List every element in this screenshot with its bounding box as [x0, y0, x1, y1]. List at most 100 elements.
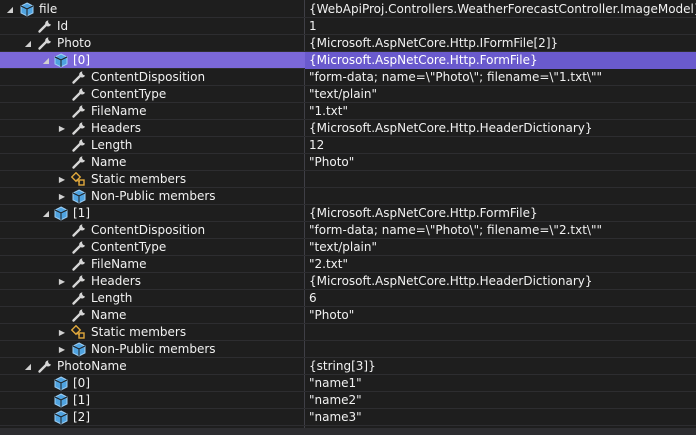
row-value[interactable]: {string[3]}: [305, 358, 696, 375]
row-name: Headers: [91, 121, 141, 135]
row-value[interactable]: "text/plain": [305, 239, 696, 256]
name-cell: Id: [0, 18, 304, 35]
cube-icon: [53, 376, 69, 391]
name-cell: ▶ Headers: [0, 273, 304, 290]
name-cell: ◢ [0]: [0, 52, 304, 69]
name-cell: ContentDisposition: [0, 69, 304, 86]
tree-row-content-type[interactable]: ContentType "text/plain": [0, 239, 696, 256]
wrench-icon: [37, 19, 53, 34]
collapsed-arrow-icon[interactable]: ▶: [56, 171, 68, 188]
collapsed-arrow-icon[interactable]: ▶: [56, 324, 68, 341]
cube-icon: [19, 2, 35, 17]
tree-row-file-name[interactable]: FileName "1.txt": [0, 103, 696, 120]
row-value: [305, 324, 696, 341]
tree-row-id[interactable]: Id 1: [0, 18, 696, 35]
tree-row-non-public-members[interactable]: ▶ Non-Public members: [0, 341, 696, 358]
name-cell: Length: [0, 137, 304, 154]
tree-row-photo-1[interactable]: ◢ [1] {Microsoft.AspNetCore.Http.FormFil…: [0, 205, 696, 222]
row-value[interactable]: {Microsoft.AspNetCore.Http.HeaderDiction…: [305, 273, 696, 290]
row-value[interactable]: {WebApiProj.Controllers.WeatherForecastC…: [305, 1, 696, 18]
name-cell: ContentType: [0, 239, 304, 256]
row-value[interactable]: "name1": [305, 375, 696, 392]
tree-row-headers[interactable]: ▶ Headers {Microsoft.AspNetCore.Http.Hea…: [0, 273, 696, 290]
row-value[interactable]: "Photo": [305, 154, 696, 171]
row-value[interactable]: "form-data; name=\"Photo\"; filename=\"1…: [305, 69, 696, 86]
expanded-arrow-icon[interactable]: ◢: [22, 358, 34, 375]
name-cell: [2]: [0, 409, 304, 426]
wrench-icon: [71, 257, 87, 272]
name-cell: [1]: [0, 392, 304, 409]
row-name: file: [39, 2, 58, 16]
row-value[interactable]: "1.txt": [305, 103, 696, 120]
row-name: Photo: [57, 36, 92, 50]
row-name: [1]: [73, 206, 90, 220]
row-value[interactable]: {Microsoft.AspNetCore.Http.FormFile}: [305, 205, 696, 222]
wrench-icon: [71, 70, 87, 85]
name-cell: FileName: [0, 103, 304, 120]
tree-row-name[interactable]: Name "Photo": [0, 307, 696, 324]
row-name: [0]: [73, 53, 90, 67]
row-value[interactable]: 1: [305, 18, 696, 35]
tree-row-headers[interactable]: ▶ Headers {Microsoft.AspNetCore.Http.Hea…: [0, 120, 696, 137]
collapsed-arrow-icon[interactable]: ▶: [56, 188, 68, 205]
row-value[interactable]: "name2": [305, 392, 696, 409]
tree-row-content-disposition[interactable]: ContentDisposition "form-data; name=\"Ph…: [0, 222, 696, 239]
tree-row-content-type[interactable]: ContentType "text/plain": [0, 86, 696, 103]
collapsed-arrow-icon[interactable]: ▶: [56, 120, 68, 137]
tree-row-photo-name-0[interactable]: [0] "name1": [0, 375, 696, 392]
collapsed-arrow-icon[interactable]: ▶: [56, 341, 68, 358]
name-cell: ◢ PhotoName: [0, 358, 304, 375]
row-value[interactable]: "Photo": [305, 307, 696, 324]
tree-row-photo[interactable]: ◢ Photo {Microsoft.AspNetCore.Http.IForm…: [0, 35, 696, 52]
tree-row-static-members[interactable]: ▶ Static members: [0, 324, 696, 341]
tree-row-file[interactable]: ◢ file {WebApiProj.Controllers.WeatherFo…: [0, 1, 696, 18]
watch-window: ◢ file {WebApiProj.Controllers.WeatherFo…: [0, 0, 696, 435]
row-value: [305, 188, 696, 205]
row-value[interactable]: 12: [305, 137, 696, 154]
tree-row-name[interactable]: Name "Photo": [0, 154, 696, 171]
tree-row-photo-name[interactable]: ◢ PhotoName {string[3]}: [0, 358, 696, 375]
tree-row-content-disposition[interactable]: ContentDisposition "form-data; name=\"Ph…: [0, 69, 696, 86]
name-cell: ▶ Headers: [0, 120, 304, 137]
static-members-icon: [71, 325, 87, 340]
name-cell: Length: [0, 290, 304, 307]
wrench-icon: [71, 223, 87, 238]
cube-icon: [53, 53, 69, 68]
expanded-arrow-icon[interactable]: ◢: [40, 205, 52, 222]
row-value[interactable]: "text/plain": [305, 86, 696, 103]
expanded-arrow-icon[interactable]: ◢: [4, 1, 16, 18]
row-name: PhotoName: [57, 359, 127, 373]
name-cell: Name: [0, 307, 304, 324]
row-name: Length: [91, 291, 133, 305]
tree-row-photo-0[interactable]: ◢ [0] {Microsoft.AspNetCore.Http.FormFil…: [0, 52, 696, 69]
tree-row-static-members[interactable]: ▶ Static members: [0, 171, 696, 188]
tree-row-photo-name-2[interactable]: [2] "name3": [0, 409, 696, 426]
row-value[interactable]: "form-data; name=\"Photo\"; filename=\"2…: [305, 222, 696, 239]
row-name: Length: [91, 138, 133, 152]
row-name: Non-Public members: [91, 342, 216, 356]
row-value[interactable]: {Microsoft.AspNetCore.Http.FormFile}: [305, 52, 696, 69]
cube-icon: [53, 206, 69, 221]
tree-row-photo-name-1[interactable]: [1] "name2": [0, 392, 696, 409]
tree-row-length[interactable]: Length 6: [0, 290, 696, 307]
name-cell: ▶ Non-Public members: [0, 341, 304, 358]
row-value[interactable]: {Microsoft.AspNetCore.Http.IFormFile[2]}: [305, 35, 696, 52]
row-name: Non-Public members: [91, 189, 216, 203]
row-name: [1]: [73, 393, 90, 407]
expanded-arrow-icon[interactable]: ◢: [22, 35, 34, 52]
name-cell: ▶ Non-Public members: [0, 188, 304, 205]
wrench-icon: [71, 291, 87, 306]
wrench-icon: [71, 121, 87, 136]
row-value: [305, 171, 696, 188]
row-value[interactable]: 6: [305, 290, 696, 307]
row-value[interactable]: "2.txt": [305, 256, 696, 273]
row-value[interactable]: {Microsoft.AspNetCore.Http.HeaderDiction…: [305, 120, 696, 137]
tree-row-non-public-members[interactable]: ▶ Non-Public members: [0, 188, 696, 205]
collapsed-arrow-icon[interactable]: ▶: [56, 273, 68, 290]
name-cell: FileName: [0, 256, 304, 273]
row-value[interactable]: "name3": [305, 409, 696, 426]
tree-row-length[interactable]: Length 12: [0, 137, 696, 154]
tree-row-file-name[interactable]: FileName "2.txt": [0, 256, 696, 273]
name-cell: ◢ file: [0, 1, 304, 18]
expanded-arrow-icon[interactable]: ◢: [40, 52, 52, 69]
